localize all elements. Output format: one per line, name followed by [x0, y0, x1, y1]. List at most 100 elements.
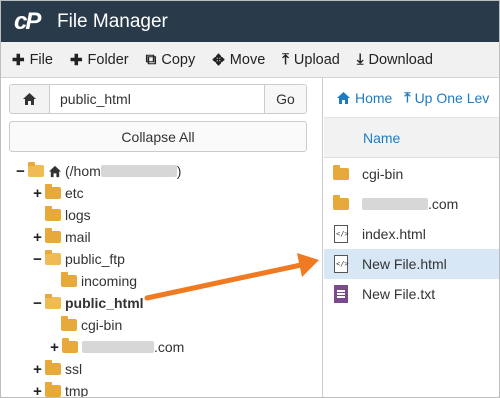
home-button[interactable] [10, 85, 50, 113]
tree-item-public-ftp[interactable]: − public_ftp [32, 248, 125, 270]
tree-item-label: cgi-bin [81, 317, 123, 333]
folder-icon [61, 316, 77, 331]
tree-root-label-start: (/hom [65, 163, 101, 179]
move-button[interactable]: ✥ Move [212, 51, 265, 69]
file-row-cgi-bin[interactable]: cgi-bin [324, 159, 499, 189]
tree-root-label-end: ) [176, 163, 182, 179]
folder-icon [330, 165, 352, 180]
upload-label: Upload [293, 51, 340, 68]
new-folder-label: Folder [87, 51, 129, 68]
file-name: cgi-bin [362, 166, 404, 182]
folder-icon [62, 338, 78, 353]
tree-item-cgi-bin[interactable]: cgi-bin [61, 314, 122, 336]
copy-icon: ⧉ [145, 51, 157, 68]
folder-icon [45, 228, 61, 243]
tree-item-label: public_html [65, 295, 144, 311]
tree-item-label: incoming [81, 273, 138, 289]
download-label: Download [368, 51, 434, 68]
file-list-header: Name [324, 118, 499, 158]
tree-item-label: mail [65, 229, 91, 245]
tree-item-public-html[interactable]: − public_html [32, 292, 144, 314]
folder-icon [45, 382, 61, 397]
up-arrow-icon: ⤒ [404, 89, 411, 105]
copy-button[interactable]: ⧉ Copy [146, 51, 196, 68]
download-icon: ⤓ [356, 51, 364, 68]
expand-toggle-icon[interactable]: + [32, 185, 43, 202]
file-name: index.html [362, 226, 426, 242]
folder-open-icon [28, 162, 44, 177]
folder-tree-pane: Go Collapse All − (/hom ) + etc logs [1, 78, 323, 398]
tree-item-label: etc [65, 185, 84, 201]
path-bar: Go [9, 84, 307, 114]
app-title: File Manager [57, 10, 168, 32]
tree-item-etc[interactable]: + etc [32, 182, 84, 204]
text-file-icon [330, 285, 352, 303]
redacted-domain [362, 198, 428, 210]
name-column-header[interactable]: Name [363, 130, 400, 146]
expand-toggle-icon[interactable]: + [32, 383, 43, 398]
up-one-level-label: Up One Lev [414, 89, 490, 106]
path-input[interactable] [50, 85, 264, 113]
tree-item-label: .com [154, 339, 185, 355]
tree-item-domain[interactable]: + .com [49, 336, 184, 358]
folder-open-icon [45, 294, 61, 309]
file-row-new-file-txt[interactable]: New File.txt [324, 279, 499, 309]
upload-button[interactable]: ⤒ Upload [282, 51, 340, 68]
folder-icon [61, 272, 77, 287]
expand-toggle-icon[interactable]: + [32, 229, 43, 246]
new-folder-button[interactable]: ✚ Folder [70, 51, 129, 69]
folder-icon [330, 195, 352, 210]
new-file-button[interactable]: ✚ File [12, 51, 53, 69]
upload-icon: ⤒ [282, 51, 289, 68]
plus-icon: ✚ [69, 51, 83, 69]
file-name: New File.txt [362, 286, 436, 302]
plus-icon: ✚ [12, 51, 25, 69]
tree-item-ssl[interactable]: + ssl [32, 358, 82, 380]
expand-toggle-icon[interactable]: + [32, 361, 43, 378]
copy-label: Copy [161, 51, 196, 68]
tree-item-logs[interactable]: logs [45, 204, 91, 226]
move-icon: ✥ [212, 51, 225, 69]
home-link-label: Home [355, 89, 393, 106]
html-file-icon: </> [330, 255, 352, 273]
file-manager-window: cP File Manager ✚ File ✚ Folder ⧉ Copy ✥… [0, 0, 500, 398]
folder-icon [45, 360, 61, 375]
file-list-pane: Home ⤒ Up One Lev Name cgi-bin .com </> … [324, 78, 499, 397]
folder-open-icon [45, 250, 61, 265]
tree-item-incoming[interactable]: incoming [61, 270, 137, 292]
folder-icon [45, 206, 61, 221]
collapse-all-button[interactable]: Collapse All [9, 121, 307, 152]
navigation-bar: Home ⤒ Up One Lev [324, 78, 499, 118]
toolbar: ✚ File ✚ Folder ⧉ Copy ✥ Move ⤒ Upload ⤓… [1, 42, 499, 78]
collapse-toggle-icon[interactable]: − [32, 295, 43, 312]
download-button[interactable]: ⤓ Download [357, 51, 433, 68]
home-icon [23, 93, 36, 105]
file-row-index-html[interactable]: </> index.html [324, 219, 499, 249]
tree-item-label: logs [65, 207, 91, 223]
new-file-label: File [29, 51, 53, 68]
home-icon [48, 165, 62, 177]
tree-item-label: ssl [65, 361, 83, 377]
cpanel-logo: cP [14, 7, 41, 35]
home-icon [337, 91, 350, 104]
html-file-icon: </> [330, 225, 352, 243]
redacted-domain [82, 341, 154, 353]
redacted-username [100, 165, 177, 177]
expand-toggle-icon[interactable]: + [49, 339, 60, 356]
file-name: .com [428, 196, 459, 212]
file-row-domain[interactable]: .com [324, 189, 499, 219]
go-button[interactable]: Go [264, 85, 306, 113]
tree-item-label: tmp [65, 383, 89, 398]
file-name: New File.html [362, 256, 447, 272]
tree-item-mail[interactable]: + mail [32, 226, 91, 248]
collapse-toggle-icon[interactable]: − [15, 163, 26, 180]
tree-item-tmp[interactable]: + tmp [32, 380, 89, 398]
move-label: Move [229, 51, 266, 68]
up-one-level-link[interactable]: ⤒ Up One Lev [404, 89, 489, 106]
file-row-new-file-html[interactable]: </> New File.html [324, 249, 499, 279]
folder-icon [45, 184, 61, 199]
home-link[interactable]: Home [336, 90, 392, 106]
tree-item-root[interactable]: − (/hom ) [15, 160, 181, 182]
tree-item-label: public_ftp [65, 251, 125, 267]
collapse-toggle-icon[interactable]: − [32, 251, 43, 268]
